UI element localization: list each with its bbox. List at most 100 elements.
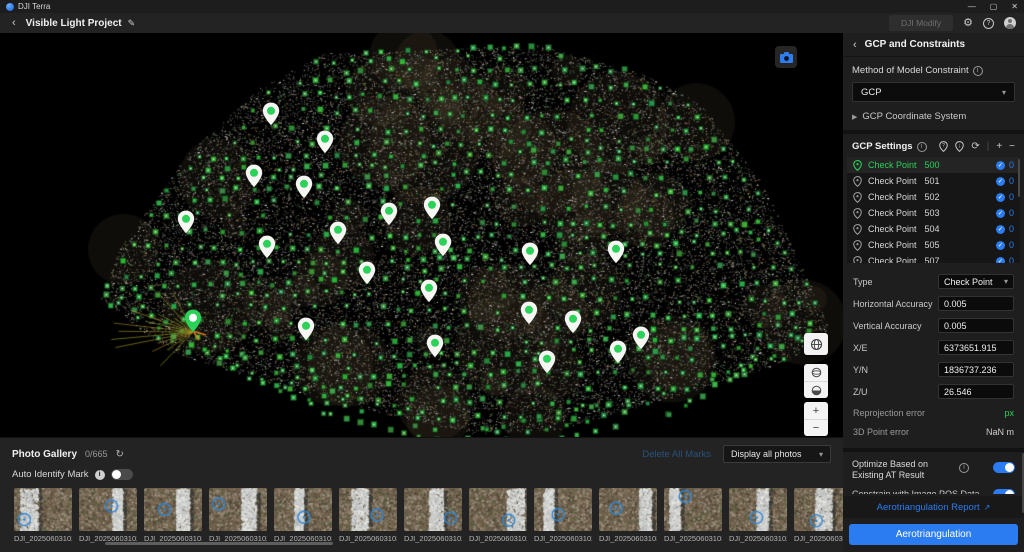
detail-input[interactable]: 26.546 (938, 384, 1014, 399)
gallery-scrollbar[interactable] (105, 542, 333, 545)
edit-project-name-icon[interactable]: ✎ (128, 18, 136, 29)
info-icon[interactable]: i (95, 470, 105, 480)
aerotriangulation-button[interactable]: Aerotriangulation (849, 524, 1018, 545)
gcp-view-toggle-button[interactable] (804, 333, 828, 355)
delete-all-marks-button[interactable]: Delete All Marks (642, 449, 711, 460)
photo-thumbnail-canvas[interactable] (339, 488, 397, 531)
display-photos-dropdown[interactable]: Display all photos ▾ (723, 445, 831, 463)
close-button[interactable]: ✕ (1011, 0, 1018, 13)
screenshot-camera-button[interactable] (775, 46, 797, 68)
pin-search-icon[interactable]: ? (939, 141, 948, 152)
list-scrollbar[interactable] (1018, 159, 1020, 197)
gcp-list-item[interactable]: Check Point505✓0 (847, 237, 1020, 253)
auto-identify-toggle[interactable] (111, 469, 133, 480)
photo-thumbnail[interactable]: DJI_202506031027... (209, 488, 267, 543)
photo-thumbnail-canvas[interactable] (534, 488, 592, 531)
aerotriangulation-report-link[interactable]: Aerotriangulation Report (877, 502, 980, 513)
photo-thumbnail[interactable]: DJI_202506031033... (664, 488, 722, 543)
photo-thumbnail[interactable]: DJI_202506031028... (534, 488, 592, 543)
gcp-pin-marker[interactable] (262, 102, 280, 126)
photo-thumbnail-canvas[interactable] (404, 488, 462, 531)
point-cloud-viewport[interactable]: + − (0, 33, 843, 437)
gcp-pin-marker[interactable] (521, 242, 539, 266)
photo-thumbnail-canvas[interactable] (144, 488, 202, 531)
photo-thumbnail[interactable]: DJI_202506031027... (14, 488, 72, 543)
gcp-coordinate-system-toggle[interactable]: ▶ GCP Coordinate System (852, 111, 1015, 122)
gcp-pin-marker[interactable] (297, 317, 315, 341)
gcp-pin-marker[interactable] (520, 301, 538, 325)
photo-thumbnail-canvas[interactable] (469, 488, 527, 531)
gcp-list-item[interactable]: Check Point502✓0 (847, 189, 1020, 205)
gcp-pin-marker[interactable] (258, 235, 276, 259)
photo-thumbnail-canvas[interactable] (599, 488, 657, 531)
gcp-pin-marker[interactable] (607, 240, 625, 264)
gcp-pin-marker[interactable] (316, 130, 334, 154)
photo-thumbnail-canvas[interactable] (664, 488, 722, 531)
gcp-pin-marker[interactable] (329, 221, 347, 245)
clipped-option-toggle[interactable] (993, 489, 1015, 495)
detail-input[interactable]: 0.005 (938, 296, 1014, 311)
photo-thumbnail[interactable]: DJI_202506031033... (794, 488, 843, 543)
minimize-button[interactable]: — (968, 0, 976, 13)
photo-thumbnail[interactable]: DJI_202506031033... (599, 488, 657, 543)
photo-thumbnail[interactable]: DJI_202506031027... (729, 488, 787, 543)
gcp-pin-marker[interactable] (245, 164, 263, 188)
orbit-view-button[interactable] (804, 364, 828, 381)
photo-thumbnail-canvas[interactable] (14, 488, 72, 531)
type-dropdown[interactable]: Check Point ▾ (938, 274, 1014, 289)
remove-gcp-button[interactable]: − (1009, 141, 1015, 152)
detail-input[interactable]: 6373651.915 (938, 340, 1014, 355)
gcp-list-item[interactable]: Check Point501✓0 (847, 173, 1020, 189)
gcp-list-item[interactable]: Check Point507✓0 (847, 253, 1020, 263)
maximize-button[interactable]: ▢ (990, 0, 998, 13)
photo-thumbnail[interactable]: DJI_202506031028... (79, 488, 137, 543)
gcp-pin-marker[interactable] (177, 210, 195, 234)
user-avatar[interactable] (1004, 17, 1016, 29)
gcp-pin-marker[interactable] (380, 202, 398, 226)
tilt-view-button[interactable] (804, 381, 828, 398)
dji-modify-button[interactable]: DJI Modify (889, 15, 953, 31)
optimize-toggle[interactable] (993, 462, 1015, 473)
gcp-pin-marker[interactable] (426, 334, 444, 358)
gcp-sync-icon[interactable]: ⟳ (971, 141, 979, 152)
gcp-pin-marker[interactable] (538, 350, 556, 374)
photo-thumbnail-strip[interactable]: DJI_202506031027...DJI_202506031028...DJ… (0, 480, 843, 543)
add-gcp-button[interactable]: + (996, 141, 1002, 152)
zoom-out-button[interactable]: − (804, 419, 828, 436)
photo-thumbnail[interactable]: DJI_202506031028... (469, 488, 527, 543)
zoom-in-button[interactable]: + (804, 402, 828, 419)
photo-thumbnail-canvas[interactable] (79, 488, 137, 531)
gcp-pin-marker[interactable] (434, 233, 452, 257)
panel-back-button[interactable]: ‹ (853, 39, 857, 51)
photo-thumbnail[interactable]: DJI_202506031028... (404, 488, 462, 543)
gcp-pin-marker[interactable] (564, 310, 582, 334)
photo-thumbnail[interactable]: DJI_202506031033... (274, 488, 332, 543)
photo-thumbnail-canvas[interactable] (274, 488, 332, 531)
selected-gcp-pin-marker[interactable] (184, 309, 202, 333)
point-cloud-canvas[interactable] (0, 33, 843, 437)
gcp-point-list[interactable]: Check Point500✓0Check Point501✓0Check Po… (847, 157, 1020, 263)
settings-gear-icon[interactable]: ⚙ (963, 16, 973, 30)
info-icon[interactable]: i (917, 142, 927, 152)
gcp-pin-marker[interactable] (358, 261, 376, 285)
gcp-list-item[interactable]: Check Point503✓0 (847, 205, 1020, 221)
method-dropdown[interactable]: GCP ▾ (852, 82, 1015, 102)
gcp-pin-marker[interactable] (609, 340, 627, 364)
gcp-pin-marker[interactable] (632, 326, 650, 350)
detail-input[interactable]: 0.005 (938, 318, 1014, 333)
info-icon[interactable]: i (959, 463, 969, 473)
gcp-list-item[interactable]: Check Point504✓0 (847, 221, 1020, 237)
info-icon[interactable]: i (973, 66, 983, 76)
help-icon[interactable]: ? (983, 18, 994, 29)
photo-thumbnail-canvas[interactable] (794, 488, 843, 531)
detail-input[interactable]: 1836737.236 (938, 362, 1014, 377)
photo-thumbnail[interactable]: DJI_202506031033... (144, 488, 202, 543)
gcp-list-item[interactable]: Check Point500✓0 (847, 157, 1020, 173)
photo-thumbnail[interactable]: DJI_202506031033... (339, 488, 397, 543)
refresh-icon[interactable]: ↻ (116, 449, 124, 460)
pin-import-icon[interactable]: ↓ (955, 141, 964, 152)
back-button[interactable]: ‹ (12, 14, 16, 32)
gcp-pin-marker[interactable] (420, 279, 438, 303)
gcp-pin-marker[interactable] (295, 175, 313, 199)
photo-thumbnail-canvas[interactable] (209, 488, 267, 531)
